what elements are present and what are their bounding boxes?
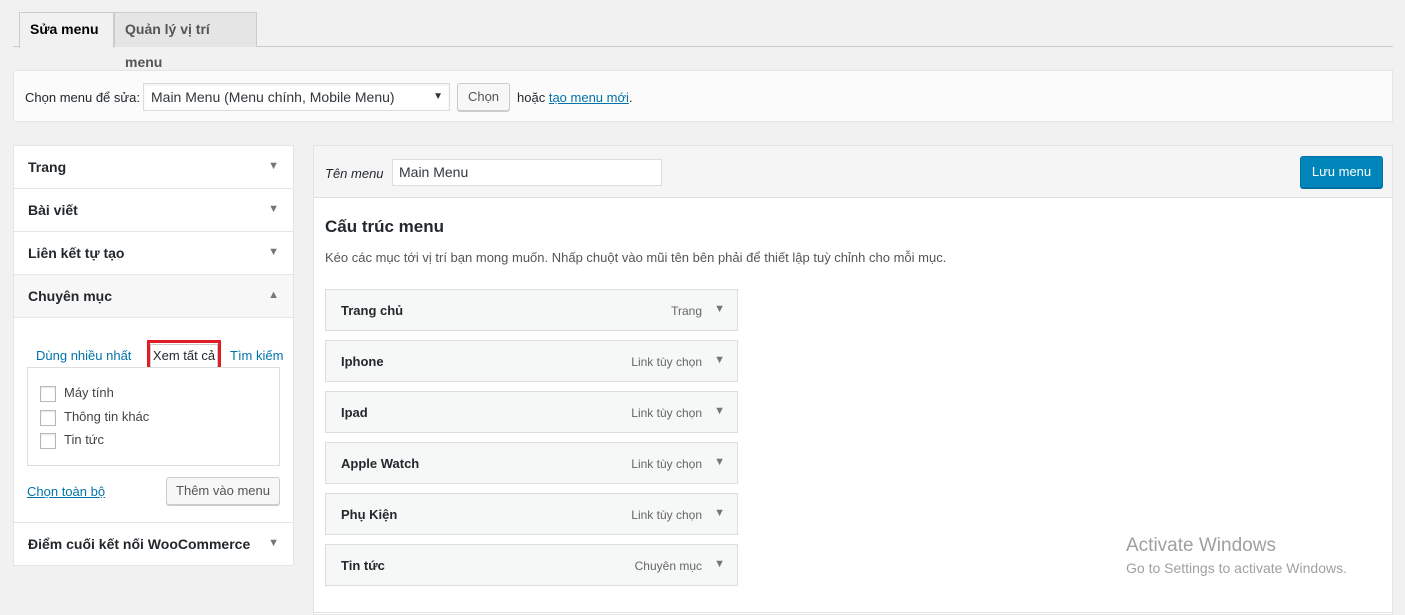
- menu-item-name: Trang chủ: [341, 303, 404, 318]
- menu-editor-header: Tên menu Main Menu Lưu menu: [314, 146, 1392, 198]
- menu-item-type: Link tùy chọn: [631, 457, 702, 471]
- accordion-title: Trang: [28, 159, 67, 175]
- add-menu-items-accordion: Trang ▼ Bài viết ▼ Liên kết tự tạo ▼ Chu…: [13, 145, 294, 566]
- menu-name-input[interactable]: Main Menu: [392, 159, 662, 186]
- choose-button[interactable]: Chọn: [457, 83, 510, 111]
- checkbox[interactable]: [40, 385, 56, 402]
- menu-item-type: Trang: [671, 304, 702, 318]
- nav-tabs: Sửa menu Quản lý vị trí menu: [13, 0, 1393, 70]
- checkbox[interactable]: [40, 432, 56, 449]
- menu-item-name: Iphone: [341, 354, 384, 369]
- tab-edit-menu[interactable]: Sửa menu: [19, 12, 114, 48]
- list-item[interactable]: Máy tính: [40, 385, 114, 402]
- menu-item-name: Phụ Kiện: [341, 507, 398, 522]
- tab-search[interactable]: Tìm kiếm: [230, 348, 283, 363]
- menu-item-name: Apple Watch: [341, 456, 420, 471]
- accordion-section-woocommerce-endpoints[interactable]: Điểm cuối kết nối WooCommerce ▼: [14, 523, 293, 566]
- accordion-section-pages[interactable]: Trang ▼: [14, 146, 293, 189]
- caret-down-icon[interactable]: ▼: [714, 507, 725, 519]
- caret-down-icon[interactable]: ▼: [714, 303, 725, 315]
- tab-most-used[interactable]: Dùng nhiều nhất: [36, 348, 131, 363]
- accordion-section-categories[interactable]: Chuyên mục ▲: [14, 275, 293, 318]
- list-item[interactable]: Thông tin khác: [40, 409, 149, 426]
- caret-down-icon[interactable]: ▼: [714, 456, 725, 468]
- caret-down-icon[interactable]: ▼: [714, 354, 725, 366]
- chevron-down-icon: ▼: [433, 91, 443, 102]
- category-label: Thông tin khác: [64, 409, 150, 424]
- menu-select[interactable]: Main Menu (Menu chính, Mobile Menu) ▼: [143, 83, 450, 111]
- add-to-menu-button[interactable]: Thêm vào menu: [166, 477, 280, 505]
- tab-manage-locations[interactable]: Quản lý vị trí menu: [114, 12, 257, 70]
- accordion-title: Liên kết tự tạo: [28, 245, 125, 261]
- caret-down-icon[interactable]: ▼: [714, 558, 725, 570]
- caret-up-icon[interactable]: ▲: [268, 289, 279, 301]
- menu-item-type: Link tùy chọn: [631, 508, 702, 522]
- category-label: Máy tính: [64, 385, 114, 400]
- caret-down-icon[interactable]: ▼: [268, 246, 279, 258]
- divider: [314, 612, 1392, 613]
- menu-item[interactable]: Phụ Kiện Link tùy chọn ▼: [325, 493, 738, 535]
- period: .: [628, 90, 633, 105]
- categories-panel: Dùng nhiều nhất Xem tất cả Tìm kiếm Máy …: [14, 318, 293, 523]
- menu-select-value: Main Menu (Menu chính, Mobile Menu): [151, 89, 395, 105]
- select-menu-label: Chọn menu để sửa:: [25, 90, 140, 105]
- accordion-section-posts[interactable]: Bài viết ▼: [14, 189, 293, 232]
- select-all-link[interactable]: Chọn toàn bộ: [27, 484, 105, 499]
- menu-structure-title: Cấu trúc menu: [325, 217, 445, 236]
- create-new-menu-link[interactable]: tạo menu mới: [549, 90, 629, 105]
- watermark-subtitle: Go to Settings to activate Windows.: [1126, 560, 1347, 576]
- menu-item[interactable]: Tin tức Chuyên mục ▼: [325, 544, 738, 586]
- accordion-section-custom-links[interactable]: Liên kết tự tạo ▼: [14, 232, 293, 275]
- menu-item[interactable]: Iphone Link tùy chọn ▼: [325, 340, 738, 382]
- caret-down-icon[interactable]: ▼: [268, 160, 279, 172]
- menu-name-label: Tên menu: [325, 166, 384, 181]
- save-menu-button[interactable]: Lưu menu: [1300, 156, 1383, 188]
- menu-item[interactable]: Trang chủ Trang ▼: [325, 289, 738, 331]
- menu-item-name: Ipad: [341, 405, 368, 420]
- accordion-title: Chuyên mục: [28, 288, 113, 304]
- menu-item[interactable]: Ipad Link tùy chọn ▼: [325, 391, 738, 433]
- menu-item-type: Link tùy chọn: [631, 406, 702, 420]
- caret-down-icon[interactable]: ▼: [268, 203, 279, 215]
- category-label: Tin tức: [64, 432, 105, 447]
- caret-down-icon[interactable]: ▼: [268, 537, 279, 549]
- activate-windows-watermark: Activate Windows Go to Settings to activ…: [1126, 535, 1347, 576]
- menu-item-type: Link tùy chọn: [631, 355, 702, 369]
- list-item[interactable]: Tin tức: [40, 432, 104, 449]
- menu-item-type: Chuyên mục: [634, 559, 702, 573]
- accordion-title: Bài viết: [28, 202, 78, 218]
- or-text: hoặc: [517, 90, 546, 105]
- menu-select-bar: Chọn menu để sửa: Main Menu (Menu chính,…: [13, 70, 1393, 122]
- checkbox[interactable]: [40, 409, 56, 426]
- category-checklist: Máy tính Thông tin khác Tin tức: [27, 367, 280, 466]
- caret-down-icon[interactable]: ▼: [714, 405, 725, 417]
- menu-structure-description: Kéo các mục tới vị trí bạn mong muốn. Nh…: [325, 250, 947, 265]
- create-menu-text: hoặc tạo menu mới.: [517, 90, 633, 105]
- menu-item[interactable]: Apple Watch Link tùy chọn ▼: [325, 442, 738, 484]
- accordion-title: Điểm cuối kết nối WooCommerce: [28, 536, 251, 552]
- menu-item-name: Tin tức: [341, 558, 385, 573]
- watermark-title: Activate Windows: [1126, 535, 1276, 556]
